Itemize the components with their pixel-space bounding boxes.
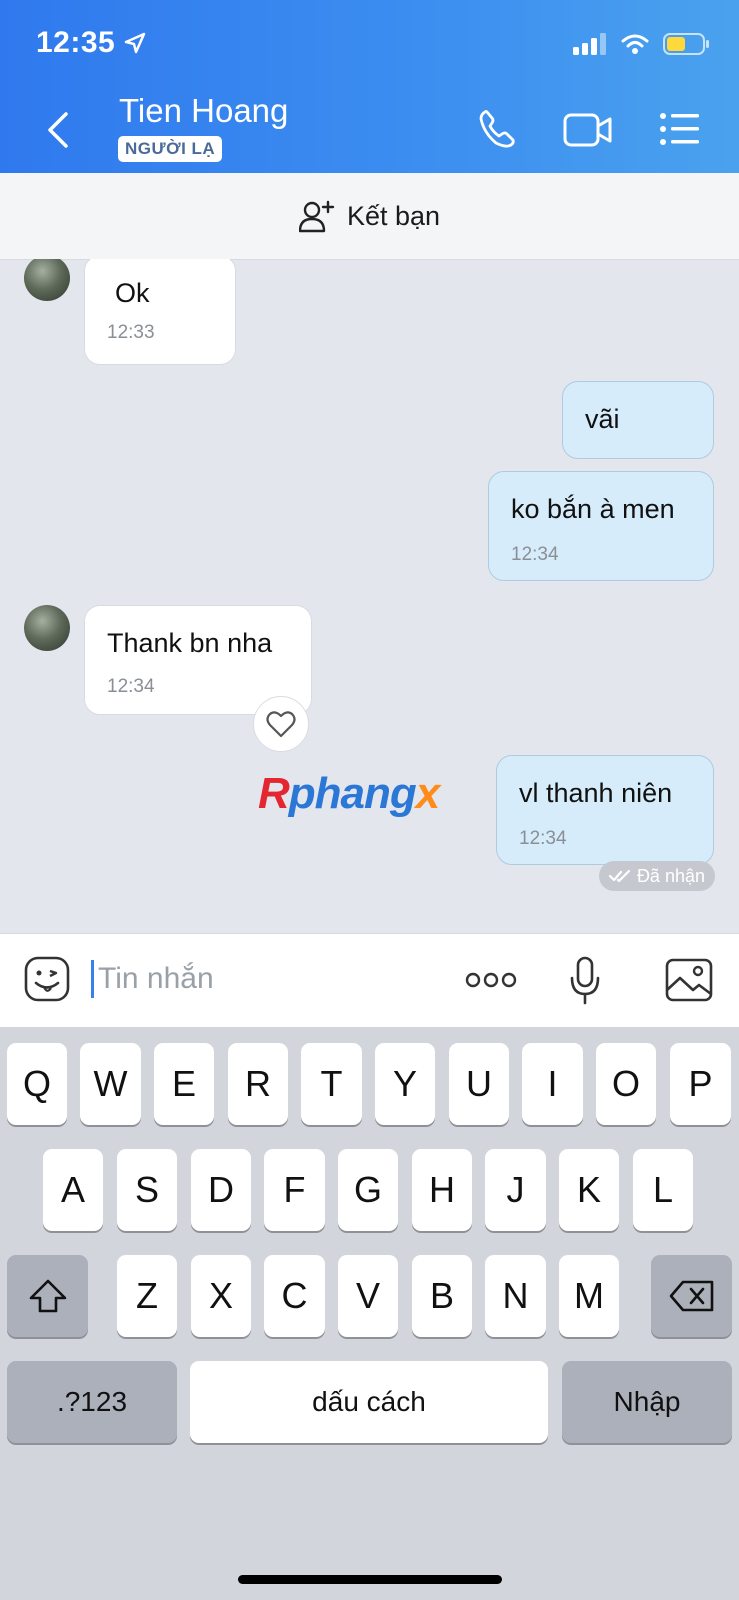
- react-heart-button[interactable]: [253, 696, 309, 752]
- key-l[interactable]: L: [633, 1149, 693, 1231]
- space-key[interactable]: dấu cách: [190, 1361, 548, 1443]
- contact-avatar[interactable]: [24, 259, 70, 301]
- message-text: ko bắn à men: [511, 494, 675, 524]
- key-h[interactable]: H: [412, 1149, 472, 1231]
- microphone-icon[interactable]: [568, 956, 602, 1006]
- composer-bar: Tin nhắn: [0, 933, 739, 1027]
- message-text: vl thanh niên: [519, 778, 673, 808]
- key-n[interactable]: N: [485, 1255, 546, 1337]
- key-e[interactable]: E: [154, 1043, 214, 1125]
- back-chevron-icon[interactable]: [40, 108, 80, 152]
- key-p[interactable]: P: [670, 1043, 731, 1125]
- backspace-key[interactable]: [651, 1255, 732, 1337]
- image-gallery-icon[interactable]: [665, 958, 713, 1002]
- key-t[interactable]: T: [301, 1043, 362, 1125]
- add-friend-label[interactable]: Kết bạn: [347, 201, 440, 232]
- numbers-key[interactable]: .?123: [7, 1361, 177, 1443]
- home-indicator[interactable]: [238, 1575, 502, 1584]
- key-i[interactable]: I: [522, 1043, 583, 1125]
- text-caret: [91, 960, 94, 998]
- location-arrow-icon: [124, 32, 146, 54]
- wifi-icon: [621, 34, 649, 54]
- key-k[interactable]: K: [559, 1149, 619, 1231]
- status-time: 12:35: [36, 26, 116, 59]
- on-screen-keyboard: Q W E R T Y U I O P A S D F G H J K L Z …: [0, 1027, 739, 1600]
- key-u[interactable]: U: [449, 1043, 509, 1125]
- message-bubble-outgoing[interactable]: vl thanh niên 12:34: [496, 755, 714, 865]
- contact-name[interactable]: Tien Hoang: [119, 92, 288, 130]
- key-v[interactable]: V: [338, 1255, 398, 1337]
- message-list[interactable]: Ok 12:33 vãi ko bắn à men 12:34 Thank bn…: [0, 259, 739, 933]
- phone-icon[interactable]: [476, 108, 518, 150]
- heart-icon: [266, 711, 296, 738]
- message-time: 12:34: [107, 676, 155, 697]
- video-call-icon[interactable]: [563, 112, 613, 148]
- key-q[interactable]: Q: [7, 1043, 67, 1125]
- message-bubble-incoming[interactable]: Ok 12:33: [84, 259, 236, 365]
- double-check-icon: [608, 869, 631, 883]
- delivery-status-text: Đã nhận: [636, 865, 705, 886]
- shift-arrow-icon: [29, 1279, 66, 1313]
- key-o[interactable]: O: [596, 1043, 656, 1125]
- message-text: Ok: [115, 278, 150, 308]
- key-c[interactable]: C: [264, 1255, 325, 1337]
- signal-icon: [573, 33, 606, 55]
- chat-header: 12:35 Tien Hoang NGƯỜI LẠ: [0, 0, 739, 173]
- menu-list-icon[interactable]: [659, 112, 701, 146]
- battery-icon: [663, 33, 709, 55]
- status-indicators: [573, 32, 711, 56]
- key-w[interactable]: W: [80, 1043, 141, 1125]
- add-friend-bar[interactable]: Kết bạn: [0, 173, 739, 260]
- key-x[interactable]: X: [191, 1255, 251, 1337]
- contact-avatar[interactable]: [24, 605, 70, 651]
- key-m[interactable]: M: [559, 1255, 619, 1337]
- sticker-emoji-icon[interactable]: [24, 956, 70, 1002]
- message-time: 12:34: [511, 544, 559, 565]
- key-d[interactable]: D: [191, 1149, 251, 1231]
- message-bubble-outgoing[interactable]: vãi: [562, 381, 714, 459]
- message-text: vãi: [585, 404, 620, 434]
- key-j[interactable]: J: [485, 1149, 546, 1231]
- key-s[interactable]: S: [117, 1149, 177, 1231]
- backspace-icon: [669, 1280, 713, 1312]
- message-text: Thank bn nha: [107, 628, 273, 658]
- key-z[interactable]: Z: [117, 1255, 177, 1337]
- key-a[interactable]: A: [43, 1149, 103, 1231]
- delivery-status-badge: Đã nhận: [598, 861, 715, 891]
- stranger-badge: NGƯỜI LẠ: [118, 136, 223, 162]
- key-f[interactable]: F: [264, 1149, 325, 1231]
- message-time: 12:34: [519, 828, 567, 849]
- message-bubble-outgoing[interactable]: ko bắn à men 12:34: [488, 471, 714, 581]
- more-options-icon[interactable]: [465, 972, 517, 988]
- return-key[interactable]: Nhập: [562, 1361, 732, 1443]
- watermark-logo: Rphangx: [258, 769, 440, 818]
- add-person-icon: [298, 200, 335, 233]
- shift-key[interactable]: [7, 1255, 88, 1337]
- key-b[interactable]: B: [412, 1255, 472, 1337]
- key-y[interactable]: Y: [375, 1043, 435, 1125]
- message-time: 12:33: [107, 322, 155, 343]
- key-r[interactable]: R: [228, 1043, 288, 1125]
- key-g[interactable]: G: [338, 1149, 398, 1231]
- message-input[interactable]: Tin nhắn: [98, 962, 214, 996]
